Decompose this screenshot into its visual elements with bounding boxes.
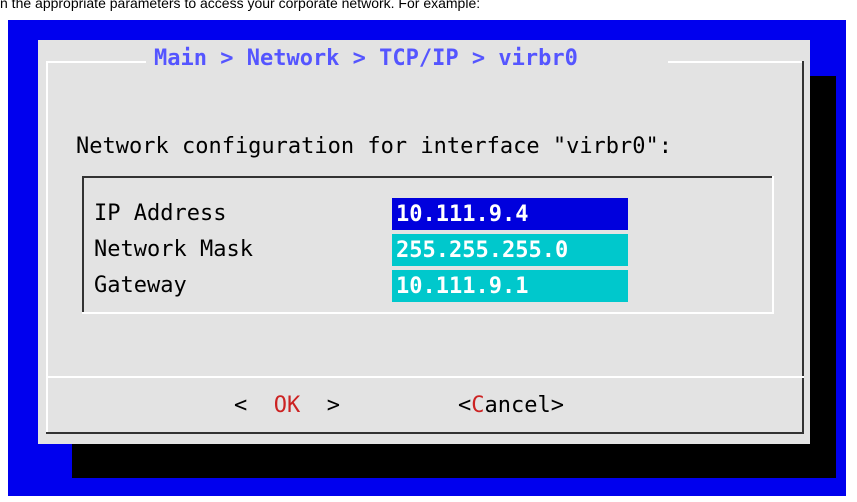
dialog-title: Main > Network > TCP/IP > virbr0 — [154, 46, 578, 71]
form-frame-line — [82, 312, 774, 314]
cancel-hotkey: C — [471, 393, 485, 418]
frame-line — [46, 61, 146, 63]
cancel-bracket-right: > — [550, 393, 564, 418]
terminal-screen: Main > Network > TCP/IP > virbr0 Network… — [8, 20, 846, 496]
cancel-bracket-left: < — [458, 393, 472, 418]
gateway-input[interactable] — [392, 270, 628, 302]
field-row-network-mask: Network Mask — [94, 232, 754, 268]
frame-line — [802, 61, 804, 379]
form-box: IP Address Network Mask Gateway — [82, 176, 774, 314]
ok-bracket-right: > — [300, 393, 340, 418]
form-frame-line — [82, 176, 772, 178]
network-config-dialog: Main > Network > TCP/IP > virbr0 Network… — [38, 40, 810, 444]
ip-address-input[interactable] — [392, 198, 628, 230]
form-frame-line — [82, 176, 84, 314]
ip-address-label: IP Address — [94, 201, 227, 226]
field-row-ip-address: IP Address — [94, 196, 754, 232]
dialog-prompt: Network configuration for interface "vir… — [76, 134, 673, 159]
ok-button[interactable]: < OK > — [234, 388, 340, 424]
document-text-line: n the appropriate parameters to access y… — [0, 0, 481, 11]
network-mask-input[interactable] — [392, 234, 628, 266]
form-frame-line — [772, 176, 774, 314]
frame-line — [46, 432, 804, 434]
button-bar: < OK > <Cancel> — [38, 384, 810, 428]
cancel-button[interactable]: <Cancel> — [458, 388, 564, 424]
ok-hotkey: OK — [273, 393, 301, 418]
network-mask-label: Network Mask — [94, 237, 253, 262]
button-separator — [46, 376, 804, 378]
cancel-label-rest: ancel — [484, 393, 551, 418]
gateway-label: Gateway — [94, 273, 187, 298]
field-row-gateway: Gateway — [94, 268, 754, 304]
frame-line — [668, 61, 802, 63]
ok-bracket-left: < — [234, 393, 274, 418]
